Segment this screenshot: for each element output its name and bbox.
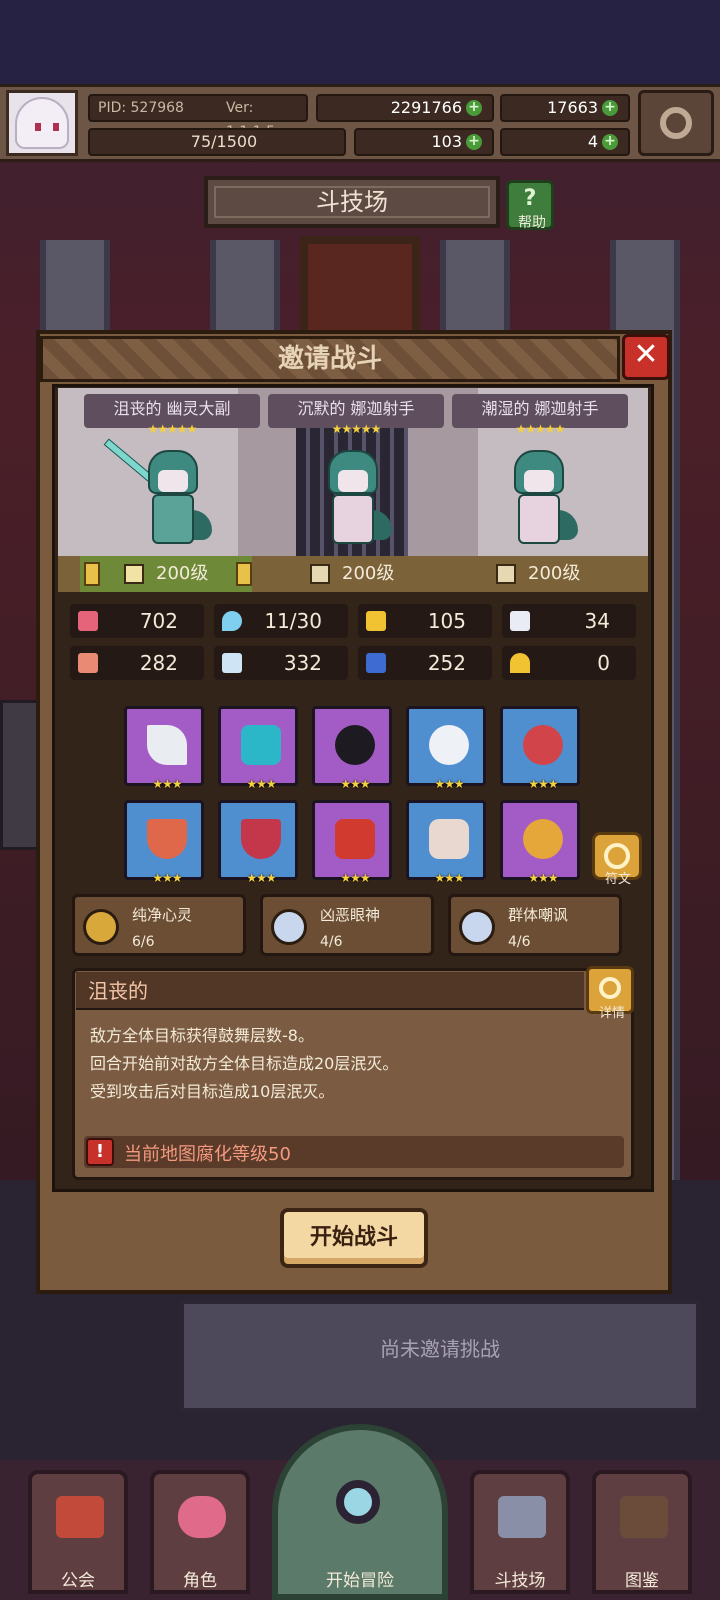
water-drop-icon xyxy=(222,611,242,631)
gold-coin-icon xyxy=(83,909,119,945)
character-icon xyxy=(178,1496,226,1538)
settings-button[interactable] xyxy=(638,90,714,156)
equipment-slot[interactable]: ★★★ xyxy=(500,706,580,791)
codex-book-icon xyxy=(620,1496,668,1538)
naga-archer-sprite[interactable] xyxy=(504,450,578,550)
stat-attack: 282 xyxy=(70,646,204,680)
unit-stars: ★★★★★ xyxy=(147,422,198,436)
add-hammer-icon[interactable]: + xyxy=(602,134,618,150)
stat-luck: 0 xyxy=(502,646,636,680)
unit-class-icon xyxy=(310,564,330,584)
player-avatar[interactable] xyxy=(6,90,78,156)
horseshoe-icon xyxy=(510,653,530,673)
close-button[interactable]: ✕ xyxy=(622,334,670,380)
set-name: 纯净心灵 xyxy=(132,906,193,924)
guild-hall-icon xyxy=(56,1496,104,1538)
silver-coin-icon xyxy=(459,909,495,945)
add-clover-icon[interactable]: + xyxy=(466,134,482,150)
nav-codex-label: 图鉴 xyxy=(625,1571,659,1591)
spellbook-icon xyxy=(222,653,242,673)
naga-archer-sprite[interactable] xyxy=(318,450,392,550)
warning-icon: ! xyxy=(86,1138,114,1166)
scimitar-icon xyxy=(147,725,187,765)
player-id: PID: 527968 xyxy=(98,100,184,116)
nav-character-label: 角色 xyxy=(183,1571,217,1591)
silver-coin-icon xyxy=(271,909,307,945)
prev-unit-arrow-icon[interactable] xyxy=(84,562,100,586)
details-label: 详情 xyxy=(598,1006,625,1021)
corruption-level-text: 当前地图腐化等级50 xyxy=(124,1144,291,1165)
equipment-slot[interactable]: ★★★ xyxy=(500,800,580,885)
unit-stars: ★★★★★ xyxy=(331,422,382,436)
help-label: 帮助 xyxy=(518,215,546,231)
equipment-slot[interactable]: ★★★ xyxy=(406,706,486,791)
page-title: 斗技场 xyxy=(204,176,500,228)
equipment-slot[interactable]: ★★★ xyxy=(218,706,298,791)
stat-mana: 11/30 xyxy=(214,604,348,638)
start-battle-button[interactable]: 开始战斗 xyxy=(280,1208,428,1268)
ghost-mate-sprite[interactable] xyxy=(103,438,212,550)
plate-icon xyxy=(429,725,469,765)
gauntlet-icon xyxy=(335,819,375,859)
boots-icon xyxy=(366,653,386,673)
equipment-slot[interactable]: ★★★ xyxy=(124,706,204,791)
status-bar-area xyxy=(0,0,720,84)
shield-icon xyxy=(366,611,386,631)
unit-level[interactable]: 200级 xyxy=(528,556,580,592)
unit-level[interactable]: 200级 xyxy=(156,556,208,592)
equipment-slot[interactable]: ★★★ xyxy=(218,800,298,885)
set-name: 凶恶眼神 xyxy=(320,906,381,924)
nav-adventure-label: 开始冒险 xyxy=(326,1571,394,1591)
stat-speed: 34 xyxy=(502,604,636,638)
unit-level[interactable]: 200级 xyxy=(342,556,394,592)
exp-bar: 75/1500 xyxy=(88,128,346,156)
wing-icon xyxy=(510,611,530,631)
stat-hp: 702 xyxy=(70,604,204,638)
breastplate-icon xyxy=(241,819,281,859)
ring-icon xyxy=(523,725,563,765)
eyepatch-icon xyxy=(335,725,375,765)
magnifier-icon xyxy=(336,1480,380,1524)
heart-icon xyxy=(78,611,98,631)
trait-header xyxy=(76,972,584,1010)
nav-guild-label: 公会 xyxy=(61,1571,95,1591)
nav-arena-label: 斗技场 xyxy=(494,1571,546,1591)
trait-line: 敌方全体目标获得鼓舞层数-8。 xyxy=(90,1026,314,1045)
add-gold-icon[interactable]: + xyxy=(466,100,482,116)
trait-line: 受到攻击后对目标造成10层泯灭。 xyxy=(90,1082,335,1101)
modal-title: 邀请战斗 xyxy=(277,344,382,374)
amulet-icon xyxy=(147,819,187,859)
player-id-pill: PID: 527968 Ver: 1.1.1.5 xyxy=(88,94,308,140)
equipment-slot[interactable]: ★★★ xyxy=(124,800,204,885)
stat-defense: 252 xyxy=(358,646,492,680)
unit-class-icon xyxy=(496,564,516,584)
set-name: 群体嘲讽 xyxy=(508,906,569,924)
fist-icon xyxy=(78,653,98,673)
boot-icon xyxy=(124,564,144,584)
trait-title: 沮丧的 xyxy=(88,979,148,1003)
equipment-slot[interactable]: ★★★ xyxy=(312,800,392,885)
no-invite-panel: 尚未邀请挑战 xyxy=(180,1300,700,1412)
next-unit-arrow-icon[interactable] xyxy=(236,562,252,586)
rune-label: 符文 xyxy=(604,872,631,887)
trait-line: 回合开始前对敌方全体目标造成20层泯灭。 xyxy=(90,1054,399,1073)
gold-boots-icon xyxy=(523,819,563,859)
set-count: 4/6 xyxy=(320,934,343,950)
equipment-slot[interactable]: ★★★ xyxy=(406,800,486,885)
swap-icon xyxy=(604,843,630,869)
magnifier-icon xyxy=(599,977,621,999)
crossed-swords-icon xyxy=(498,1496,546,1538)
add-gem-icon[interactable]: + xyxy=(602,100,618,116)
equipment-slot[interactable]: ★★★ xyxy=(312,706,392,791)
gear-icon xyxy=(660,107,692,139)
spell-card-icon xyxy=(241,725,281,765)
stat-armor: 105 xyxy=(358,604,492,638)
stat-magic: 332 xyxy=(214,646,348,680)
set-count: 4/6 xyxy=(508,934,531,950)
unit-stars: ★★★★★ xyxy=(515,422,566,436)
set-count: 6/6 xyxy=(132,934,155,950)
helmet-icon xyxy=(429,819,469,859)
